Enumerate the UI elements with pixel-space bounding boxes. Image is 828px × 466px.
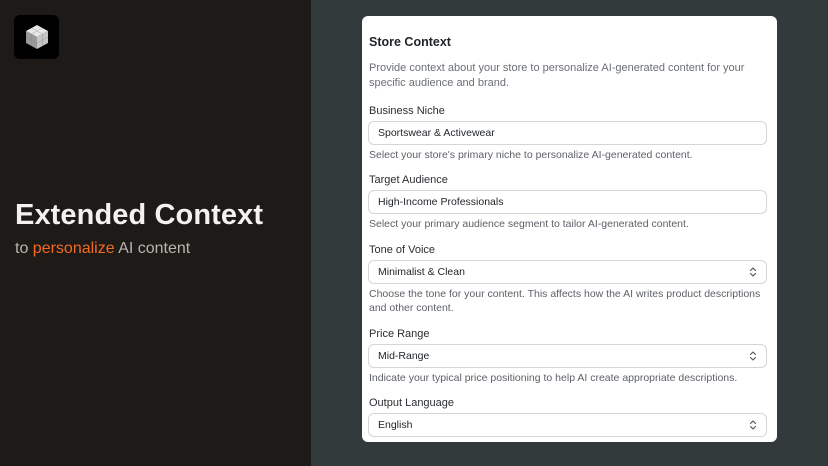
target-audience-help: Select your primary audience segment to … xyxy=(369,218,689,230)
tone-of-voice-help: Choose the tone for your content. This a… xyxy=(369,288,761,314)
store-context-card: Store Context Provide context about your… xyxy=(362,16,777,442)
business-niche-value: Sportswear & Activewear xyxy=(378,127,495,139)
business-niche-input[interactable]: Sportswear & Activewear xyxy=(368,121,767,145)
app-logo xyxy=(14,15,59,59)
output-language-label: Output Language xyxy=(369,397,455,409)
tone-of-voice-select[interactable]: Minimalist & Clean xyxy=(368,260,767,284)
hero-subtitle-prefix: to xyxy=(15,240,33,257)
chevron-up-down-icon xyxy=(749,351,757,361)
chevron-up-down-icon xyxy=(749,267,757,277)
price-range-label: Price Range xyxy=(369,328,430,340)
hero-title: Extended Context xyxy=(15,199,264,231)
price-range-help: Indicate your typical price positioning … xyxy=(369,372,738,384)
hero-subtitle: to personalize AI content xyxy=(15,240,190,258)
hero-subtitle-suffix: AI content xyxy=(114,240,191,257)
left-hero-panel: Extended Context to personalize AI conte… xyxy=(0,0,311,466)
target-audience-value: High-Income Professionals xyxy=(378,196,504,208)
business-niche-help: Select your store's primary niche to per… xyxy=(369,149,693,161)
business-niche-label: Business Niche xyxy=(369,105,445,117)
output-language-select[interactable]: English xyxy=(368,413,767,437)
target-audience-input[interactable]: High-Income Professionals xyxy=(368,190,767,214)
hero-subtitle-accent: personalize xyxy=(32,240,115,257)
target-audience-label: Target Audience xyxy=(369,174,448,186)
output-language-value: English xyxy=(378,419,413,431)
chevron-up-down-icon xyxy=(749,420,757,430)
cube-icon xyxy=(25,25,48,49)
tone-of-voice-value: Minimalist & Clean xyxy=(378,266,465,278)
tone-of-voice-label: Tone of Voice xyxy=(369,244,436,256)
price-range-value: Mid-Range xyxy=(378,350,430,362)
price-range-select[interactable]: Mid-Range xyxy=(368,344,767,368)
card-description: Provide context about your store to pers… xyxy=(369,62,745,89)
card-title: Store Context xyxy=(369,35,451,49)
